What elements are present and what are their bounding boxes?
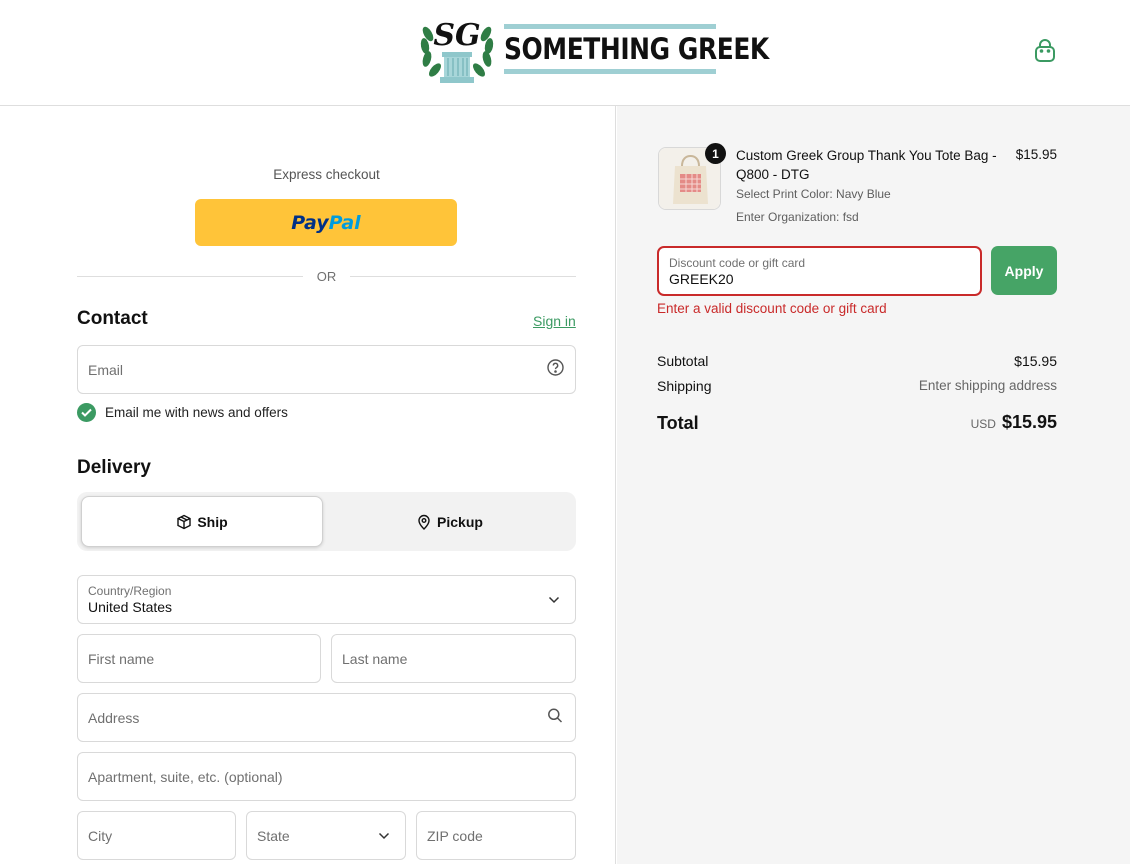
total-label: Total — [657, 413, 699, 433]
shopping-bag-icon[interactable] — [1032, 38, 1058, 64]
search-icon — [547, 707, 563, 728]
or-divider: OR — [77, 267, 576, 285]
subtotal-label: Subtotal — [657, 353, 709, 369]
discount-code-input[interactable]: Discount code or gift card GREEK20 — [657, 246, 982, 296]
laurel-monogram-logo: SG — [416, 12, 498, 86]
zip-field[interactable]: ZIP code — [416, 811, 576, 860]
last-name-field[interactable]: Last name — [331, 634, 576, 683]
product-print-color: Select Print Color: Navy Blue — [736, 187, 891, 201]
apartment-field[interactable]: Apartment, suite, etc. (optional) — [77, 752, 576, 801]
svg-text:SG: SG — [433, 18, 480, 53]
store-logo[interactable]: SG SOMETHING GREEK — [416, 12, 812, 86]
contact-heading: Contact — [77, 308, 148, 329]
address-field[interactable]: Address — [77, 693, 576, 742]
express-checkout-label: Express checkout — [273, 167, 380, 182]
country-select[interactable]: Country/Region United States — [77, 575, 576, 624]
total-value: USD $15.95 — [971, 412, 1057, 433]
newsletter-checkbox[interactable]: Email me with news and offers — [77, 403, 288, 422]
checkmark-icon[interactable] — [77, 403, 96, 422]
total-amount: $15.95 — [1001, 412, 1057, 432]
order-summary: 1 Custom Greek Group Thank You Tote Bag … — [617, 106, 1130, 864]
chevron-down-icon — [548, 591, 560, 609]
email-field[interactable]: Email — [77, 345, 576, 394]
help-icon[interactable] — [547, 358, 564, 381]
store-name: SOMETHING GREEK — [504, 32, 769, 66]
site-header: SG SOMETHING GREEK — [0, 0, 1130, 106]
ship-option[interactable]: Ship — [81, 496, 323, 547]
state-select[interactable]: State — [246, 811, 406, 860]
subtotal-value: $15.95 — [1014, 353, 1057, 369]
product-organization: Enter Organization: fsd — [736, 210, 859, 224]
city-field[interactable]: City — [77, 811, 236, 860]
chevron-down-icon — [378, 827, 390, 845]
first-name-field[interactable]: First name — [77, 634, 321, 683]
product-name: Custom Greek Group Thank You Tote Bag - … — [736, 148, 997, 182]
shipping-label: Shipping — [657, 378, 712, 394]
product-price: $15.95 — [1015, 147, 1057, 162]
discount-error-message: Enter a valid discount code or gift card — [657, 301, 887, 316]
shipping-value: Enter shipping address — [918, 378, 1057, 393]
delivery-method-toggle: Ship Pickup — [77, 492, 576, 551]
checkout-form: Express checkout Pay Pal OR Contact Sign … — [0, 106, 616, 864]
delivery-heading: Delivery — [77, 457, 151, 478]
apply-discount-button[interactable]: Apply — [991, 246, 1057, 295]
box-icon — [177, 514, 192, 529]
sign-in-link[interactable]: Sign in — [533, 313, 576, 329]
newsletter-label: Email me with news and offers — [105, 405, 288, 420]
location-pin-icon — [418, 514, 430, 530]
paypal-button[interactable]: Pay Pal — [195, 199, 457, 246]
pickup-option[interactable]: Pickup — [327, 496, 572, 547]
currency-code: USD — [970, 417, 996, 431]
quantity-badge: 1 — [705, 143, 726, 164]
